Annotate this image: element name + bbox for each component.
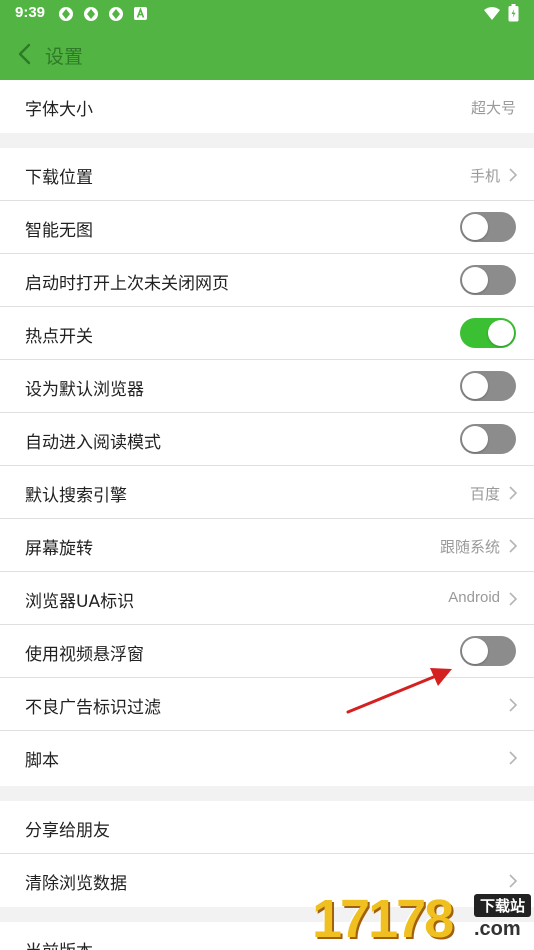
screen-rotation-label: 屏幕旋转 [25,539,93,559]
download-location-label: 下载位置 [25,168,93,188]
download-location-value: 手机 [469,168,500,185]
smart-no-image-row: 智能无图 [0,201,534,254]
chevron-right-icon [509,751,518,765]
chevron-right-icon [509,168,518,182]
screen-rotation-value: 跟随系统 [439,539,500,556]
app-notification-icon [58,6,74,22]
default-browser-row: 设为默认浏览器 [0,360,534,413]
chevron-left-icon [18,43,31,65]
ad-filter-label: 不良广告标识过滤 [25,698,161,718]
hotspot-toggle[interactable] [460,318,516,348]
ua-value: Android [448,589,500,606]
share-label: 分享给朋友 [25,821,110,841]
chevron-right-icon [509,592,518,606]
status-bar: 9:39 [0,0,534,28]
screen-rotation-row[interactable]: 屏幕旋转 跟随系统 [0,519,534,572]
search-engine-value: 百度 [469,486,500,503]
a-badge-icon [134,7,147,20]
ua-row[interactable]: 浏览器UA标识 Android [0,572,534,625]
toggle-knob [462,214,488,240]
watermark-logo: 17178 下载站 .com [306,888,534,950]
version-label: 当前版本 [25,937,93,950]
default-browser-toggle[interactable] [460,371,516,401]
auto-reading-mode-toggle[interactable] [460,424,516,454]
font-size-label: 字体大小 [25,100,93,120]
auto-reading-mode-label: 自动进入阅读模式 [25,433,161,453]
auto-reading-mode-row: 自动进入阅读模式 [0,413,534,466]
chevron-right-icon [509,486,518,500]
toggle-knob [462,373,488,399]
toggle-knob [488,320,514,346]
back-button[interactable] [10,38,40,70]
watermark-number: 17178 [312,889,454,949]
watermark-domain: .com [474,918,521,940]
default-browser-label: 设为默认浏览器 [25,380,144,400]
scripts-row[interactable]: 脚本 [0,731,534,786]
video-float-label: 使用视频悬浮窗 [25,645,144,665]
chevron-right-icon [509,874,518,888]
reopen-tabs-row: 启动时打开上次未关闭网页 [0,254,534,307]
battery-charging-icon [508,4,519,22]
reopen-tabs-label: 启动时打开上次未关闭网页 [25,274,229,294]
video-float-toggle[interactable] [460,636,516,666]
font-size-row[interactable]: 字体大小 超大号 [0,80,534,133]
share-row[interactable]: 分享给朋友 [0,801,534,854]
toggle-knob [462,638,488,664]
app-notification-icon [83,6,99,22]
settings-group-display: 字体大小 超大号 [0,80,534,133]
status-time: 9:39 [15,4,46,21]
toggle-knob [462,426,488,452]
toggle-knob [462,267,488,293]
font-size-value: 超大号 [470,100,516,117]
smart-no-image-toggle[interactable] [460,212,516,242]
hotspot-label: 热点开关 [25,327,93,347]
download-location-row[interactable]: 下载位置 手机 [0,148,534,201]
hotspot-row: 热点开关 [0,307,534,360]
app-notification-icon [108,6,124,22]
search-engine-label: 默认搜索引擎 [25,486,127,506]
wifi-icon [483,6,501,22]
app-header: 9:39 设置 [0,0,534,80]
reopen-tabs-toggle[interactable] [460,265,516,295]
chevron-right-icon [509,698,518,712]
watermark-tag: 下载站 [474,894,532,917]
ua-label: 浏览器UA标识 [25,592,135,612]
scripts-label: 脚本 [25,751,59,771]
page-title: 设置 [45,46,84,68]
search-engine-row[interactable]: 默认搜索引擎 百度 [0,466,534,519]
chevron-right-icon [509,539,518,553]
annotation-arrow [346,668,452,714]
smart-no-image-label: 智能无图 [25,221,93,241]
title-bar: 设置 [0,28,534,80]
clear-data-label: 清除浏览数据 [25,874,127,894]
